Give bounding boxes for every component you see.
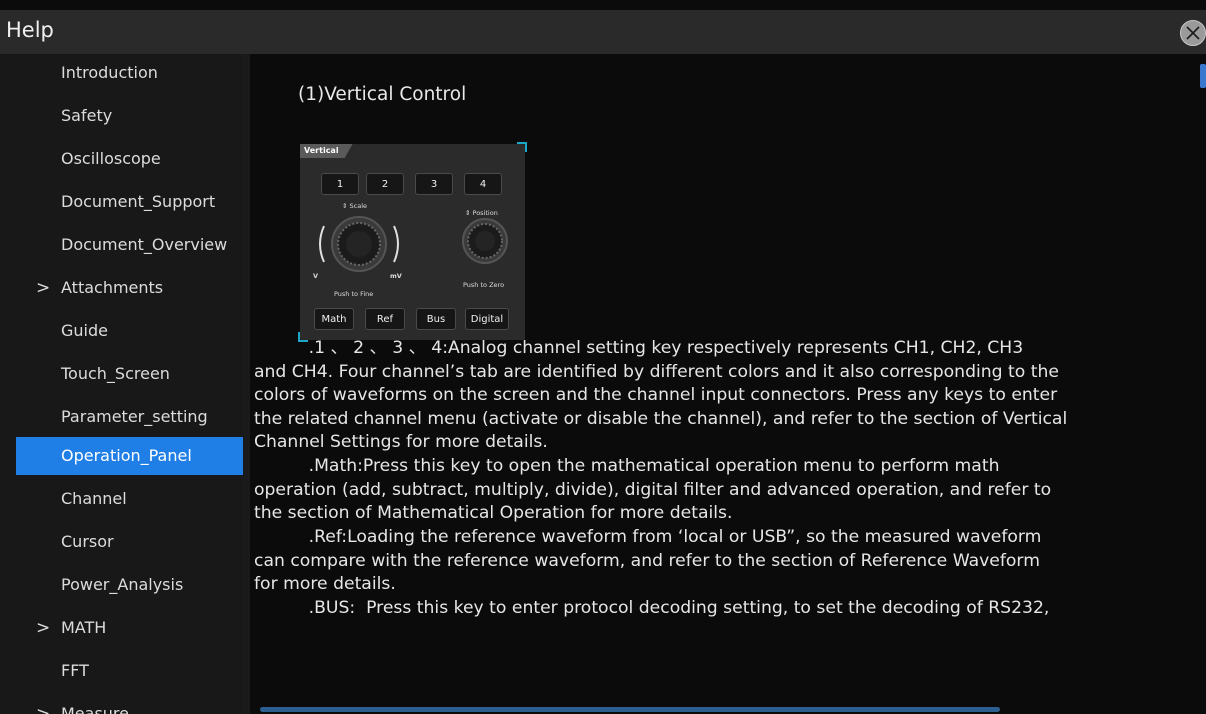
sidebar-divider: [243, 54, 250, 714]
push-to-zero-label: Push to Zero: [463, 281, 505, 289]
panel-key-4: 4: [464, 173, 502, 195]
sidebar-item-attachments[interactable]: > Attachments: [16, 269, 243, 307]
panel-key-ref: Ref: [365, 308, 405, 330]
panel-corner-mark: [517, 142, 527, 152]
sidebar-item-label: Document_Overview: [61, 235, 228, 254]
paragraph-channel-keys: .1 、 2 、 3 、 4:Analog channel setting ke…: [254, 338, 1068, 452]
panel-key-bus: Bus: [416, 308, 456, 330]
sidebar-item-operation-panel[interactable]: Operation_Panel: [16, 437, 243, 475]
sidebar-item-label: Cursor: [61, 532, 114, 551]
paragraph-bus-key: .BUS: Press this key to enter protocol d…: [254, 598, 1050, 618]
sidebar-item-power-analysis[interactable]: Power_Analysis: [16, 566, 243, 604]
sidebar-item-label: Touch_Screen: [61, 364, 170, 383]
window-title: Help: [6, 18, 54, 42]
title-bar: Help: [0, 10, 1206, 54]
sidebar-item-document-support[interactable]: Document_Support: [16, 183, 243, 221]
sidebar-item-label: Measure: [61, 704, 129, 714]
sidebar-item-label: Channel: [61, 489, 127, 508]
sidebar-item-label: Introduction: [61, 63, 158, 82]
sidebar-item-label: Attachments: [61, 278, 164, 297]
sidebar-item-label: Parameter_setting: [61, 407, 208, 426]
help-content: (1)Vertical Control Vertical 1 2 3 4 ⇕ S…: [250, 54, 1206, 714]
section-title: (1)Vertical Control: [298, 84, 467, 105]
millivolt-label: mV: [390, 272, 402, 280]
sidebar-item-safety[interactable]: Safety: [16, 97, 243, 135]
sidebar-item-measure[interactable]: > Measure: [16, 695, 243, 714]
panel-key-digital: Digital: [465, 308, 509, 330]
position-knob-icon: [462, 218, 508, 264]
sidebar-item-oscilloscope[interactable]: Oscilloscope: [16, 140, 243, 178]
sidebar-item-label: Guide: [61, 321, 108, 340]
chevron-right-icon[interactable]: >: [36, 618, 50, 638]
sidebar-item-label: Safety: [61, 106, 113, 125]
vertical-scrollbar[interactable]: [1200, 64, 1206, 88]
sidebar-item-touch-screen[interactable]: Touch_Screen: [16, 355, 243, 393]
paragraph-math-key: .Math:Press this key to open the mathema…: [254, 456, 1052, 523]
sidebar-item-label: MATH: [61, 618, 107, 637]
sidebar-item-label: Power_Analysis: [61, 575, 184, 594]
volt-label: V: [313, 272, 319, 280]
horizontal-scrollbar[interactable]: [260, 707, 1000, 712]
sidebar-item-label: Operation_Panel: [61, 446, 192, 465]
sidebar-item-cursor[interactable]: Cursor: [16, 523, 243, 561]
chevron-right-icon[interactable]: >: [36, 278, 50, 298]
sidebar-item-parameter-setting[interactable]: Parameter_setting: [16, 398, 243, 436]
paragraph-ref-key: .Ref:Loading the reference waveform from…: [254, 527, 1042, 594]
sidebar-item-channel[interactable]: Channel: [16, 480, 243, 518]
close-button[interactable]: [1180, 20, 1206, 46]
close-icon: [1186, 26, 1200, 40]
panel-key-math: Math: [314, 308, 354, 330]
panel-key-2: 2: [366, 173, 404, 195]
scale-knob-icon: [319, 216, 399, 272]
push-to-fine-label: Push to Fine: [334, 290, 374, 298]
sidebar-item-label: FFT: [61, 661, 89, 680]
vertical-panel-image: Vertical 1 2 3 4 ⇕ Scale ⇕ Position V mV…: [298, 142, 527, 342]
panel-key-1: 1: [321, 173, 359, 195]
panel-tab-label: Vertical: [300, 144, 353, 158]
sidebar-item-math[interactable]: > MATH: [16, 609, 243, 647]
sidebar-item-guide[interactable]: Guide: [16, 312, 243, 350]
sidebar-item-fft[interactable]: FFT: [16, 652, 243, 690]
sidebar-item-label: Oscilloscope: [61, 149, 161, 168]
help-topics-sidebar: Introduction Safety Oscilloscope Document_S…: [0, 54, 243, 714]
sidebar-item-introduction[interactable]: Introduction: [16, 54, 243, 92]
sidebar-item-document-overview[interactable]: Document_Overview: [16, 226, 243, 264]
sidebar-item-label: Document_Support: [61, 192, 216, 211]
panel-key-3: 3: [415, 173, 453, 195]
chevron-right-icon[interactable]: >: [36, 704, 50, 714]
